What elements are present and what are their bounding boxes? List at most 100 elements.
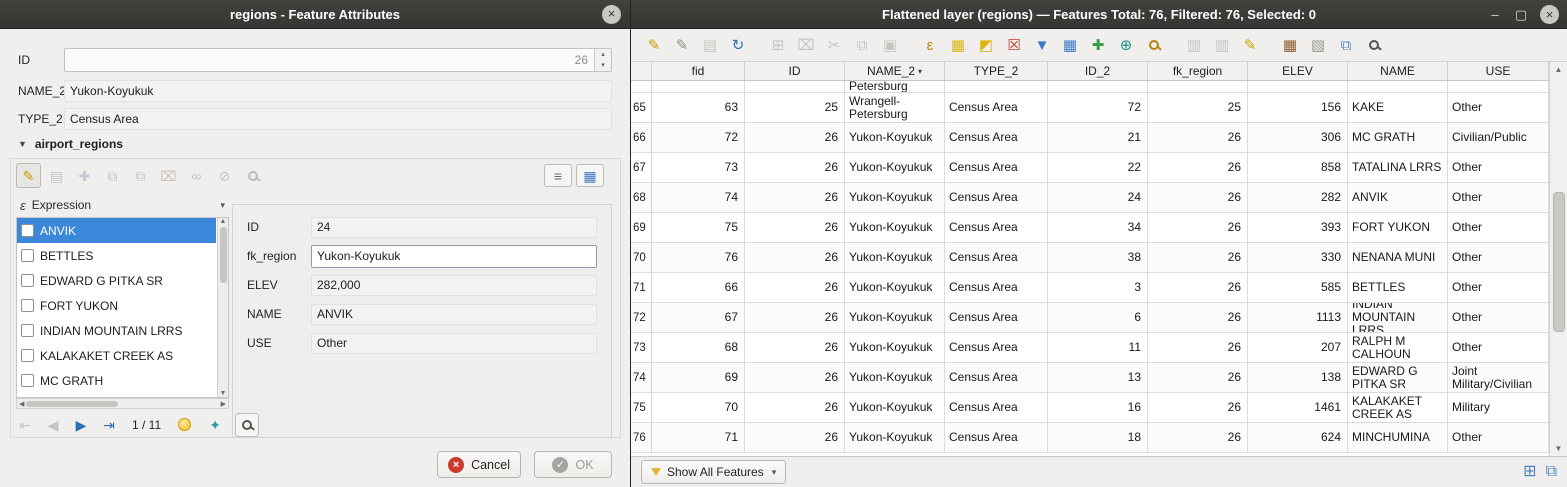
last-record-button[interactable]: ⇥ xyxy=(98,414,120,436)
maximize-button[interactable]: ▢ xyxy=(1514,5,1528,24)
row-number[interactable]: 69 xyxy=(631,213,652,242)
cell[interactable]: Census Area xyxy=(945,363,1048,392)
cell[interactable]: 26 xyxy=(745,303,845,332)
cell[interactable]: Yukon-Koyukuk xyxy=(845,183,945,212)
cell[interactable]: 26 xyxy=(745,393,845,422)
cell[interactable]: Census Area xyxy=(945,333,1048,362)
cell[interactable]: INDIAN MOUNTAIN LRRS xyxy=(1348,303,1448,332)
row-number[interactable]: 73 xyxy=(631,333,652,362)
feature-list-item[interactable]: BETTLES xyxy=(17,243,216,268)
row-number[interactable]: 76 xyxy=(631,423,652,452)
cell[interactable]: 26 xyxy=(1148,333,1248,362)
toggle-editing-button[interactable]: ✎ xyxy=(641,32,667,58)
cell[interactable]: 26 xyxy=(1148,243,1248,272)
field-calculator-button[interactable]: ▦ xyxy=(1277,32,1303,58)
cell[interactable]: Other xyxy=(1448,153,1549,182)
cell[interactable]: 38 xyxy=(1048,243,1148,272)
hscroll-thumb[interactable] xyxy=(26,401,118,407)
cell[interactable]: Yukon-Koyukuk xyxy=(845,393,945,422)
cell[interactable] xyxy=(652,81,745,92)
id-spinbox[interactable]: 26 ▴▾ xyxy=(64,48,612,72)
table-vscroll-thumb[interactable] xyxy=(1553,192,1565,332)
cell[interactable]: 72 xyxy=(1048,93,1148,122)
cell[interactable] xyxy=(1048,81,1148,92)
cell[interactable]: Yukon-Koyukuk xyxy=(845,333,945,362)
cell[interactable]: 26 xyxy=(1148,273,1248,302)
close-icon[interactable]: × xyxy=(602,5,621,24)
cell[interactable]: 76 xyxy=(652,243,745,272)
cell[interactable]: 26 xyxy=(745,183,845,212)
table-view-button[interactable]: ▦ xyxy=(576,164,604,187)
autofill-button[interactable]: ✦ xyxy=(204,414,226,436)
scroll-down-icon[interactable]: ▼ xyxy=(220,390,227,397)
cell[interactable]: Joint Military/Civilian xyxy=(1448,363,1549,392)
cell[interactable]: 156 xyxy=(1248,93,1348,122)
cell[interactable]: 1461 xyxy=(1248,393,1348,422)
open-form-search-button[interactable] xyxy=(235,413,259,437)
row-number[interactable]: 68 xyxy=(631,183,652,212)
column-header-id_2[interactable]: ID_2 xyxy=(1048,62,1148,80)
column-header-name[interactable]: NAME xyxy=(1348,62,1448,80)
cell[interactable]: Other xyxy=(1448,93,1549,122)
cell[interactable]: Yukon-Koyukuk xyxy=(845,303,945,332)
cell[interactable]: Petersburg xyxy=(845,81,945,92)
toggle-editing-button[interactable]: ✎ xyxy=(16,163,41,188)
spin-up-icon[interactable]: ▴ xyxy=(595,49,611,60)
cell[interactable]: Yukon-Koyukuk xyxy=(845,273,945,302)
relation-collapse-header[interactable]: ▼ airport_regions xyxy=(18,136,123,152)
feature-filter-button[interactable]: Show All Features ▾ xyxy=(641,460,786,484)
checkbox[interactable] xyxy=(21,299,34,312)
cell[interactable]: Military xyxy=(1448,393,1549,422)
feature-list-item[interactable]: ANVIK xyxy=(17,218,216,243)
cell[interactable]: Census Area xyxy=(945,393,1048,422)
column-header-fk_region[interactable]: fk_region xyxy=(1148,62,1248,80)
cell[interactable]: 393 xyxy=(1248,213,1348,242)
scroll-up-icon[interactable]: ▲ xyxy=(220,218,227,225)
cell[interactable]: 26 xyxy=(1148,183,1248,212)
cell[interactable]: 26 xyxy=(745,153,845,182)
cell[interactable]: 26 xyxy=(745,333,845,362)
cell[interactable]: EDWARD G PITKA SR xyxy=(1348,363,1448,392)
cell[interactable]: 66 xyxy=(652,273,745,302)
cell[interactable]: Census Area xyxy=(945,123,1048,152)
cell[interactable]: Census Area xyxy=(945,423,1048,452)
cell[interactable] xyxy=(945,81,1048,92)
cell[interactable]: 11 xyxy=(1048,333,1148,362)
cell[interactable]: 306 xyxy=(1248,123,1348,152)
cell[interactable]: 75 xyxy=(652,213,745,242)
row-number[interactable]: 75 xyxy=(631,393,652,422)
cell[interactable]: 67 xyxy=(652,303,745,332)
split-view-icon[interactable]: ⧉ xyxy=(1546,464,1557,480)
invert-selection-button[interactable]: ◩ xyxy=(973,32,999,58)
feature-list-vscrollbar[interactable]: ▲ ▼ xyxy=(217,218,228,397)
spin-down-icon[interactable]: ▾ xyxy=(595,60,611,71)
feature-list-item[interactable]: EDWARD G PITKA SR xyxy=(17,268,216,293)
feature-list-item[interactable]: INDIAN MOUNTAIN LRRS xyxy=(17,318,216,343)
scroll-right-icon[interactable]: ▶ xyxy=(221,400,226,408)
fk_region-input[interactable] xyxy=(311,245,597,268)
cell[interactable]: Yukon-Koyukuk xyxy=(845,423,945,452)
table-vscrollbar[interactable]: ▲ ▼ xyxy=(1549,62,1567,456)
cell[interactable]: Other xyxy=(1448,213,1549,242)
cell[interactable]: 26 xyxy=(745,123,845,152)
select-by-form-button[interactable]: ▦ xyxy=(1057,32,1083,58)
cell[interactable] xyxy=(1248,81,1348,92)
checkbox[interactable] xyxy=(21,374,34,387)
feature-list-item[interactable]: KALAKAKET CREEK AS xyxy=(17,343,216,368)
column-header-use[interactable]: USE xyxy=(1448,62,1549,80)
column-header-id[interactable]: ID xyxy=(745,62,845,80)
multi-edit-button[interactable]: ✎ xyxy=(669,32,695,58)
cell[interactable]: 26 xyxy=(745,213,845,242)
cell[interactable]: Civilian/Public xyxy=(1448,123,1549,152)
cell[interactable]: 6 xyxy=(1048,303,1148,332)
reload-button[interactable]: ↻ xyxy=(725,32,751,58)
cell[interactable]: 26 xyxy=(1148,303,1248,332)
select-all-button[interactable]: ▦ xyxy=(945,32,971,58)
filter-form-button[interactable]: ▼ xyxy=(1029,32,1055,58)
cell[interactable]: 26 xyxy=(745,243,845,272)
cell[interactable]: MC GRATH xyxy=(1348,123,1448,152)
checkbox[interactable] xyxy=(21,324,34,337)
expression-filter[interactable]: ε Expression ▾ xyxy=(16,195,229,215)
cell[interactable]: Yukon-Koyukuk xyxy=(845,243,945,272)
scroll-up-icon[interactable]: ▲ xyxy=(1555,65,1563,74)
